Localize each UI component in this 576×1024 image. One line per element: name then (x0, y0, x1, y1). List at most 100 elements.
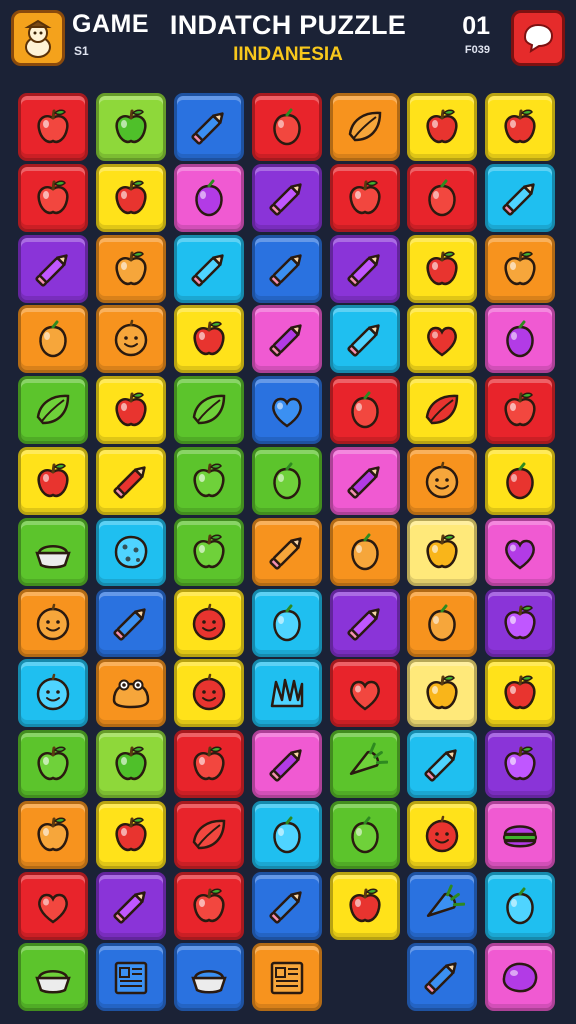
puzzle-tile[interactable] (485, 93, 555, 161)
puzzle-tile[interactable] (96, 589, 166, 657)
puzzle-tile[interactable] (96, 447, 166, 515)
puzzle-tile[interactable] (96, 730, 166, 798)
puzzle-tile[interactable] (174, 164, 244, 232)
puzzle-tile[interactable] (252, 801, 322, 869)
puzzle-tile[interactable] (252, 305, 322, 373)
puzzle-tile[interactable] (252, 518, 322, 586)
puzzle-tile[interactable] (174, 589, 244, 657)
puzzle-tile[interactable] (18, 164, 88, 232)
puzzle-tile[interactable] (252, 164, 322, 232)
puzzle-tile[interactable] (96, 518, 166, 586)
puzzle-tile[interactable] (96, 659, 166, 727)
puzzle-tile[interactable] (96, 235, 166, 303)
puzzle-tile[interactable] (18, 518, 88, 586)
puzzle-tile[interactable] (18, 305, 88, 373)
puzzle-tile[interactable] (252, 93, 322, 161)
puzzle-tile[interactable] (407, 518, 477, 586)
puzzle-tile[interactable] (252, 730, 322, 798)
puzzle-tile[interactable] (96, 943, 166, 1011)
apple-icon (115, 817, 147, 852)
puzzle-tile[interactable] (485, 872, 555, 940)
apple-icon (115, 746, 147, 781)
puzzle-tile[interactable] (174, 235, 244, 303)
plum-icon (428, 179, 456, 217)
puzzle-tile[interactable] (485, 589, 555, 657)
apple-icon (37, 746, 69, 781)
puzzle-tile[interactable] (96, 376, 166, 444)
puzzle-tile[interactable] (485, 376, 555, 444)
pencil-icon (502, 183, 535, 216)
puzzle-tile[interactable] (174, 730, 244, 798)
puzzle-tile[interactable] (96, 164, 166, 232)
puzzle-tile[interactable] (485, 943, 555, 1011)
puzzle-tile[interactable] (407, 447, 477, 515)
puzzle-tile[interactable] (174, 659, 244, 727)
puzzle-tile[interactable] (18, 447, 88, 515)
puzzle-tile[interactable] (174, 872, 244, 940)
puzzle-tile[interactable] (252, 447, 322, 515)
puzzle-tile[interactable] (174, 801, 244, 869)
puzzle-tile[interactable] (485, 447, 555, 515)
puzzle-tile[interactable] (330, 305, 400, 373)
pencil-icon (424, 962, 457, 995)
puzzle-tile[interactable] (330, 730, 400, 798)
puzzle-tile[interactable] (330, 164, 400, 232)
puzzle-tile[interactable] (18, 872, 88, 940)
puzzle-tile[interactable] (407, 376, 477, 444)
puzzle-tile[interactable] (18, 235, 88, 303)
puzzle-tile[interactable] (174, 93, 244, 161)
puzzle-tile[interactable] (18, 659, 88, 727)
puzzle-tile[interactable] (174, 447, 244, 515)
puzzle-tile[interactable] (407, 235, 477, 303)
puzzle-tile[interactable] (174, 376, 244, 444)
puzzle-tile[interactable] (18, 801, 88, 869)
puzzle-tile[interactable] (485, 659, 555, 727)
puzzle-tile[interactable] (96, 801, 166, 869)
heart-icon (350, 680, 380, 711)
puzzle-tile[interactable] (18, 93, 88, 161)
puzzle-tile[interactable] (252, 235, 322, 303)
puzzle-tile[interactable] (252, 659, 322, 727)
puzzle-tile[interactable] (407, 305, 477, 373)
puzzle-tile[interactable] (407, 164, 477, 232)
puzzle-tile[interactable] (485, 801, 555, 869)
puzzle-tile[interactable] (485, 730, 555, 798)
puzzle-tile[interactable] (485, 235, 555, 303)
puzzle-tile[interactable] (174, 305, 244, 373)
puzzle-tile[interactable] (174, 518, 244, 586)
puzzle-tile[interactable] (18, 376, 88, 444)
puzzle-tile[interactable] (96, 872, 166, 940)
frog-icon (112, 679, 150, 709)
puzzle-tile[interactable] (407, 730, 477, 798)
puzzle-tile[interactable] (174, 943, 244, 1011)
puzzle-tile[interactable] (407, 801, 477, 869)
puzzle-tile[interactable] (407, 589, 477, 657)
puzzle-tile[interactable] (330, 872, 400, 940)
puzzle-tile[interactable] (330, 659, 400, 727)
puzzle-tile[interactable] (485, 305, 555, 373)
puzzle-tile[interactable] (330, 376, 400, 444)
puzzle-tile[interactable] (407, 872, 477, 940)
puzzle-tile[interactable] (485, 164, 555, 232)
puzzle-tile[interactable] (330, 93, 400, 161)
puzzle-tile[interactable] (407, 943, 477, 1011)
pencil-icon (113, 891, 146, 924)
puzzle-tile[interactable] (96, 93, 166, 161)
puzzle-tile[interactable] (252, 589, 322, 657)
puzzle-tile[interactable] (96, 305, 166, 373)
puzzle-tile[interactable] (330, 447, 400, 515)
puzzle-tile[interactable] (18, 730, 88, 798)
puzzle-tile[interactable] (330, 518, 400, 586)
puzzle-tile[interactable] (330, 589, 400, 657)
puzzle-tile[interactable] (330, 235, 400, 303)
puzzle-tile[interactable] (18, 589, 88, 657)
puzzle-tile[interactable] (252, 376, 322, 444)
puzzle-tile[interactable] (407, 659, 477, 727)
apple-icon (426, 534, 458, 569)
puzzle-tile[interactable] (252, 943, 322, 1011)
puzzle-tile[interactable] (18, 943, 88, 1011)
puzzle-tile[interactable] (485, 518, 555, 586)
puzzle-tile[interactable] (407, 93, 477, 161)
puzzle-tile[interactable] (330, 801, 400, 869)
puzzle-tile[interactable] (252, 872, 322, 940)
